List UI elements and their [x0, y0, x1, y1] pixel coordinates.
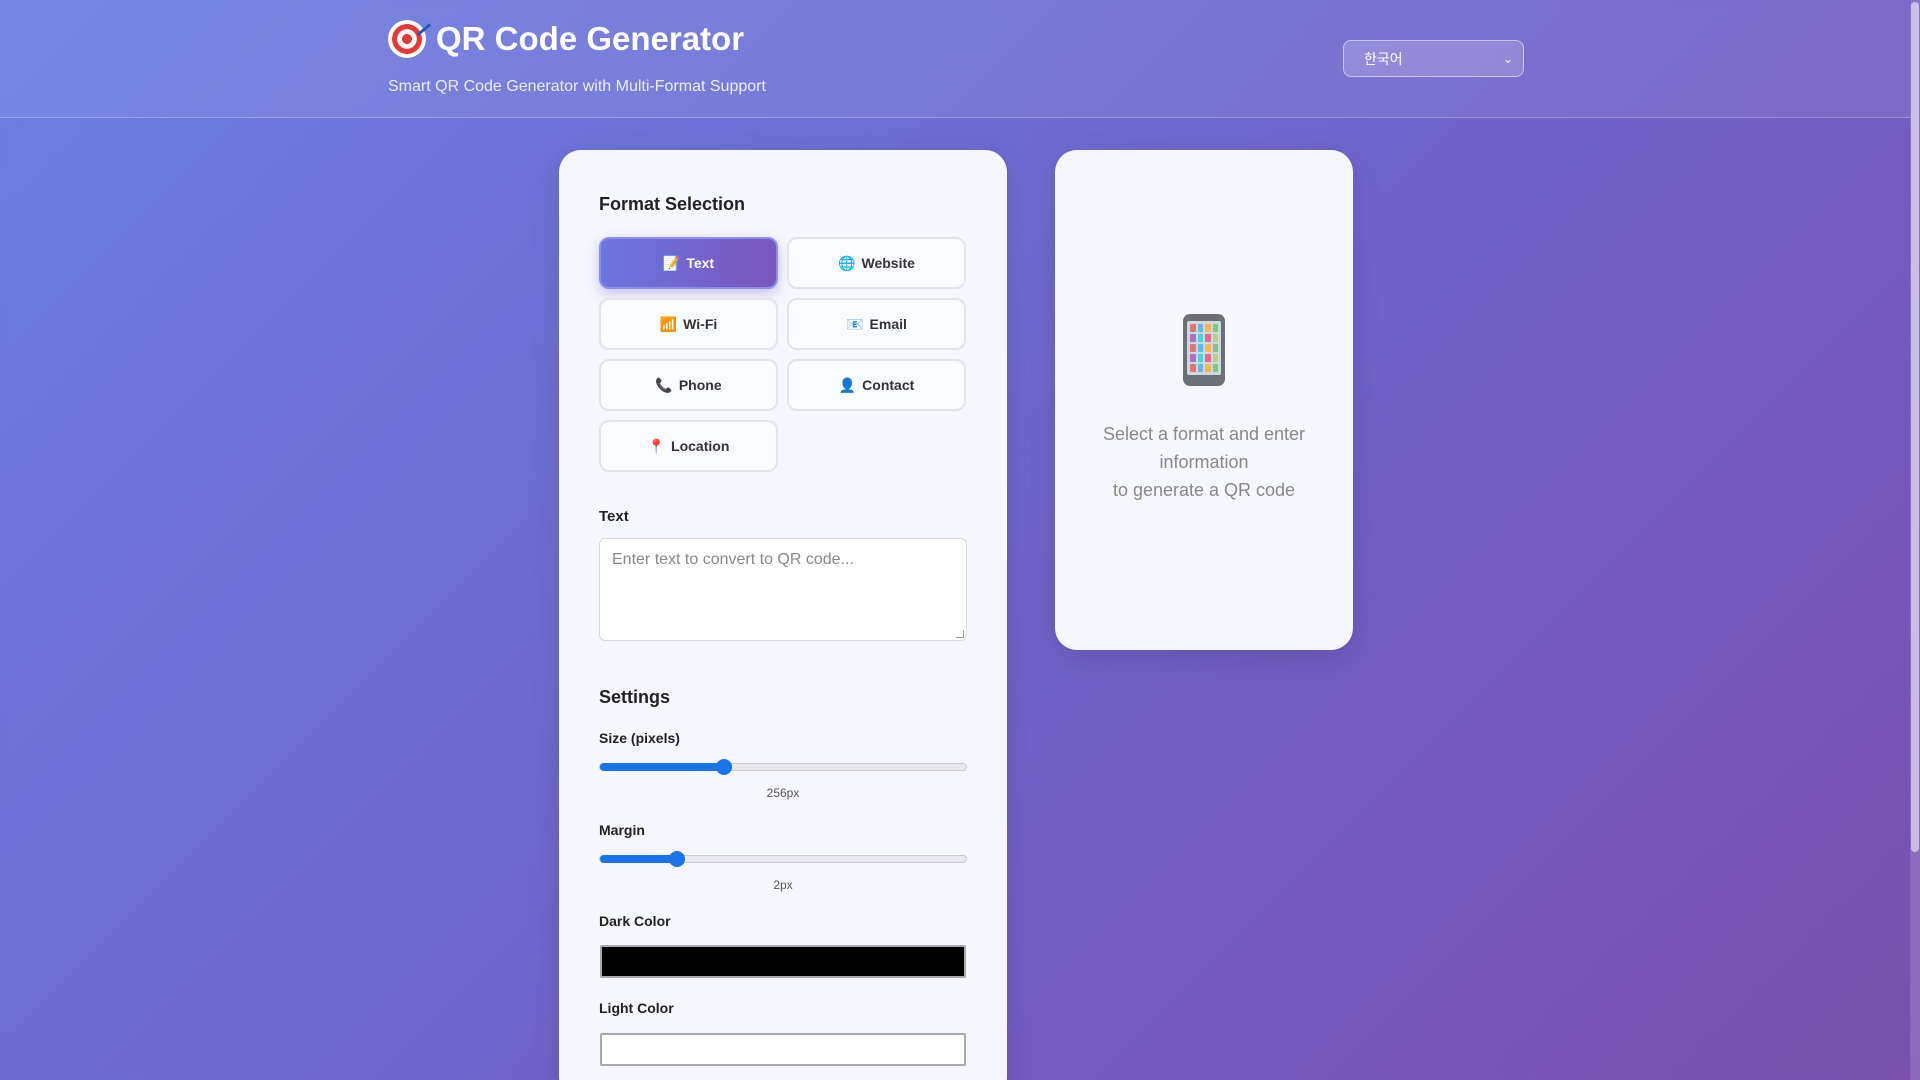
- app-tile-icon: [1190, 324, 1196, 332]
- app-tile-icon: [1190, 364, 1196, 372]
- app-tile-icon: [1205, 364, 1211, 372]
- margin-value: 2px: [773, 878, 793, 892]
- phone-icon: 📞: [655, 376, 673, 393]
- scrollbar-thumb[interactable]: [1911, 2, 1919, 852]
- app-title-text: QR Code Generator: [436, 20, 745, 57]
- size-slider-fill: [600, 763, 725, 771]
- app-subtitle: Smart QR Code Generator with Multi-Forma…: [388, 78, 766, 95]
- format-button-label: Contact: [862, 377, 915, 393]
- signal-icon: 📶: [659, 315, 678, 332]
- app-tile-icon: [1205, 344, 1211, 352]
- text-input[interactable]: Enter text to convert to QR code...: [599, 538, 967, 641]
- app-tile-icon: [1197, 344, 1203, 352]
- pin-icon: 📍: [647, 437, 666, 454]
- app-tile-icon: [1205, 354, 1211, 362]
- app-tile-icon: [1212, 324, 1218, 332]
- app-tile-icon: [1197, 324, 1203, 332]
- format-button-website[interactable]: 🌐 Website: [787, 237, 966, 289]
- app-tile-icon: [1197, 354, 1203, 362]
- app-tile-icon: [1205, 324, 1211, 332]
- app-tile-icon: [1212, 344, 1218, 352]
- size-slider[interactable]: [599, 759, 967, 775]
- format-button-label: Location: [671, 438, 730, 454]
- settings-section-title: Settings: [599, 687, 671, 707]
- margin-slider-fill: [600, 855, 677, 863]
- app-tile-icon: [1190, 334, 1196, 342]
- margin-slider-handle[interactable]: [668, 851, 685, 867]
- phone-screen: [1187, 321, 1221, 375]
- page-scrollbar[interactable]: [1910, 0, 1920, 1080]
- globe-icon: 🌐: [838, 254, 856, 271]
- generator-form-card: Format Selection 📝 Text 🌐 Website 📶 Wi-F…: [559, 150, 1007, 1080]
- person-icon: 👤: [838, 376, 857, 393]
- mobile-phone-icon: [1183, 314, 1225, 386]
- size-value: 256px: [766, 786, 800, 800]
- app-tile-icon: [1197, 334, 1203, 342]
- text-input-placeholder: Enter text to convert to QR code...: [612, 551, 854, 568]
- memo-icon: 📝: [662, 254, 681, 271]
- format-section-title: Format Selection: [599, 194, 746, 214]
- format-button-location[interactable]: 📍 Location: [599, 420, 778, 472]
- app-title: QR Code Generator: [388, 20, 744, 58]
- format-button-label: Text: [686, 255, 715, 271]
- format-button-phone[interactable]: 📞 Phone: [599, 359, 778, 411]
- text-field-label: Text: [599, 508, 629, 525]
- size-slider-handle[interactable]: [716, 759, 733, 775]
- app-tile-icon: [1212, 354, 1218, 362]
- app-tile-icon: [1212, 364, 1218, 372]
- format-button-email[interactable]: 📧 Email: [787, 298, 966, 350]
- preview-placeholder-text: Select a format and enter information to…: [1102, 424, 1306, 500]
- language-select[interactable]: 한국어 ⌄: [1343, 40, 1524, 77]
- resize-handle-icon[interactable]: [956, 630, 964, 638]
- format-button-wifi[interactable]: 📶 Wi-Fi: [599, 298, 778, 350]
- dark-color-picker[interactable]: [600, 945, 966, 978]
- format-button-label: Website: [861, 255, 915, 271]
- qr-preview-card: Select a format and enter information to…: [1055, 150, 1353, 650]
- margin-label: Margin: [599, 822, 645, 838]
- dark-color-label: Dark Color: [599, 913, 671, 929]
- language-selected-value: 한국어: [1364, 50, 1403, 67]
- format-button-label: Wi-Fi: [683, 316, 718, 332]
- format-button-label: Phone: [678, 377, 722, 393]
- format-button-label: Email: [869, 316, 907, 332]
- app-tile-icon: [1212, 334, 1218, 342]
- email-icon: 📧: [846, 315, 864, 332]
- app-tile-icon: [1190, 354, 1196, 362]
- margin-slider[interactable]: [599, 851, 967, 867]
- target-icon: [388, 20, 426, 58]
- size-label: Size (pixels): [599, 730, 680, 746]
- chevron-down-icon: ⌄: [1502, 51, 1513, 66]
- light-color-picker[interactable]: [600, 1033, 966, 1066]
- format-button-contact[interactable]: 👤 Contact: [787, 359, 966, 411]
- app-tile-icon: [1197, 364, 1203, 372]
- app-tile-icon: [1205, 334, 1211, 342]
- app-header: QR Code Generator Smart QR Code Generato…: [0, 0, 1910, 118]
- light-color-label: Light Color: [599, 1000, 674, 1016]
- app-tile-icon: [1190, 344, 1196, 352]
- format-button-text[interactable]: 📝 Text: [599, 237, 778, 289]
